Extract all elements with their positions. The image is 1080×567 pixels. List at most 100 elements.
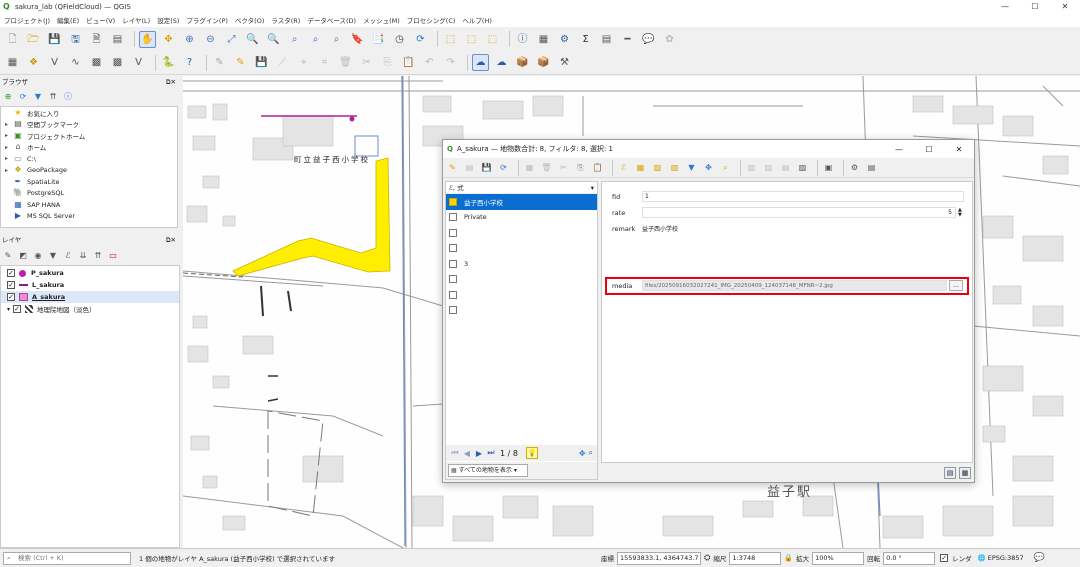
virtual-layer-icon[interactable]: V: [130, 54, 147, 71]
pan-feature-icon[interactable]: ✥: [579, 449, 586, 458]
open-project-icon[interactable]: 🗁: [25, 31, 42, 48]
feature-list-item[interactable]: [446, 241, 597, 257]
browser-item-geopackage[interactable]: ▸ ❖ GeoPackage: [1, 165, 177, 177]
move-selection-top-icon[interactable]: ✥: [702, 161, 715, 174]
first-feature-icon[interactable]: ⏮: [449, 448, 461, 458]
last-feature-icon[interactable]: ⏭: [485, 448, 497, 458]
deselect-icon[interactable]: ⬚: [463, 31, 480, 48]
layer-item-basemap[interactable]: ▾ ✓ 地理院地図（淡色）: [1, 303, 179, 315]
panel-close-icon[interactable]: ⧉✕: [166, 77, 176, 88]
undo-icon[interactable]: ↶: [421, 54, 438, 71]
fid-input[interactable]: 1: [642, 191, 964, 202]
layer-item-l-sakura[interactable]: ✓ L_sakura: [1, 279, 179, 291]
layer-styling-icon[interactable]: ✎: [2, 250, 14, 262]
scale-input[interactable]: 1:3748: [729, 551, 782, 565]
next-feature-icon[interactable]: ▶: [473, 449, 485, 458]
layer-visibility-checkbox[interactable]: ✓: [13, 305, 21, 313]
pan-hand-icon[interactable]: ✋: [139, 30, 156, 48]
zoom-next-icon[interactable]: ⌕: [328, 31, 345, 48]
feature-checkbox[interactable]: [449, 259, 457, 268]
menu-project[interactable]: プロジェクト(J): [4, 15, 50, 25]
add-feature-icon[interactable]: ▦: [523, 161, 536, 174]
remove-layer-icon[interactable]: ▭: [107, 250, 119, 262]
rotation-input[interactable]: 0.0 °: [883, 551, 936, 565]
menu-mesh[interactable]: メッシュ(M): [363, 15, 400, 25]
magnifier-input[interactable]: 100%: [812, 551, 865, 565]
processing-toolbox-icon[interactable]: ⚙: [556, 31, 573, 48]
zoom-layer-icon[interactable]: 🔍: [265, 31, 282, 48]
render-checkbox[interactable]: ✓: [940, 554, 949, 562]
messages-icon[interactable]: 💬: [1034, 553, 1045, 563]
measure-icon[interactable]: ━: [619, 31, 636, 48]
multi-edit-icon[interactable]: ▤: [463, 161, 476, 174]
manage-map-themes-icon[interactable]: ◉: [32, 250, 44, 262]
filter-icon[interactable]: ▼: [32, 91, 44, 103]
cut-icon[interactable]: ✂: [358, 54, 375, 71]
feature-checkbox[interactable]: [449, 244, 457, 253]
deselect-icon[interactable]: ▨: [668, 161, 681, 174]
expand-all-icon[interactable]: ⇊: [77, 250, 89, 262]
menu-layer[interactable]: レイヤ(L): [122, 15, 150, 25]
dock-icon[interactable]: ▣: [822, 161, 835, 174]
zoom-feature-icon[interactable]: ⌕: [589, 448, 593, 458]
select-all-icon[interactable]: ▦: [634, 161, 647, 174]
media-browse-button[interactable]: ...: [949, 280, 963, 291]
collapse-all-icon[interactable]: ⇈: [47, 91, 59, 103]
zoom-last-icon[interactable]: ⌕: [307, 31, 324, 48]
annotation-icon[interactable]: 💬: [640, 31, 657, 48]
browser-item-postgresql[interactable]: 🐘 PostgreSQL: [1, 188, 177, 200]
edit-pencil-icon[interactable]: ✎: [211, 54, 228, 71]
layer-visibility-checkbox[interactable]: ✓: [7, 269, 15, 277]
zoom-native-icon[interactable]: ⌕: [286, 31, 303, 48]
browser-item-bookmarks[interactable]: ▸ ▤ 空間ブックマーク: [1, 119, 177, 131]
feature-list-item[interactable]: 益子西小学校: [446, 194, 597, 210]
layer-visibility-checkbox[interactable]: ✓: [7, 293, 15, 301]
mesh-tool-icon[interactable]: ▩: [109, 54, 126, 71]
feature-list-item[interactable]: [446, 272, 597, 288]
info-icon[interactable]: ⓘ: [62, 91, 74, 103]
filter-selected-icon[interactable]: ▼: [685, 161, 698, 174]
browser-item-project-home[interactable]: ▸ ▣ プロジェクトホーム: [1, 130, 177, 142]
feature-checkbox[interactable]: [449, 228, 457, 237]
save-project-icon[interactable]: 💾: [46, 31, 63, 48]
browser-item-home[interactable]: ▸ ⌂ ホーム: [1, 142, 177, 154]
layer-item-a-sakura[interactable]: ✓ A_sakura: [1, 291, 179, 303]
feature-list-item[interactable]: [446, 225, 597, 241]
menu-database[interactable]: データベース(D): [307, 15, 356, 25]
zoom-out-icon[interactable]: ⊖: [202, 31, 219, 48]
select-feature-icon[interactable]: ⬚: [442, 31, 459, 48]
data-source-manager-icon[interactable]: ▦: [4, 54, 21, 71]
layer-item-p-sakura[interactable]: ✓ P_sakura: [1, 267, 179, 279]
browser-item-mssql[interactable]: ▶ MS SQL Server: [1, 211, 177, 223]
field-calculator-icon[interactable]: ▤: [779, 161, 792, 174]
new-project-icon[interactable]: 🗋: [4, 31, 21, 48]
menu-edit[interactable]: 編集(E): [57, 15, 79, 25]
highlight-feature-icon[interactable]: 💡: [525, 447, 538, 459]
save-as-icon[interactable]: 🖫: [67, 31, 84, 48]
add-group-icon[interactable]: ◩: [17, 250, 29, 262]
feature-checkbox[interactable]: [449, 213, 457, 222]
feature-list-item[interactable]: [446, 303, 597, 319]
maximize-button[interactable]: ☐: [1020, 0, 1050, 13]
dialog-close-button[interactable]: ✕: [944, 145, 974, 154]
refresh-icon[interactable]: ⟳: [412, 31, 429, 48]
save-edits-icon[interactable]: 💾: [480, 161, 493, 174]
save-edits-icon[interactable]: 💾: [253, 54, 270, 71]
new-bookmark-icon[interactable]: 🔖: [349, 31, 366, 48]
new-field-icon[interactable]: ▥: [745, 161, 758, 174]
form-view-icon[interactable]: ▤: [944, 467, 956, 479]
rate-spinner-icon[interactable]: ▲ ▼: [958, 207, 962, 218]
attribute-table-icon[interactable]: ▤: [598, 31, 615, 48]
delete-feature-icon[interactable]: 🗑: [540, 161, 553, 174]
menu-plugins[interactable]: プラグイン(P): [186, 15, 228, 25]
show-all-features-select[interactable]: ▦ すべての地物を表示 ▾: [446, 462, 597, 479]
map-tips-icon[interactable]: ✿: [661, 31, 678, 48]
qfieldcloud-icon[interactable]: ☁: [472, 54, 489, 71]
menu-help[interactable]: ヘルプ(H): [462, 15, 491, 25]
invert-selection-icon[interactable]: ▧: [651, 161, 664, 174]
feature-list-item[interactable]: 3: [446, 256, 597, 272]
dialog-maximize-button[interactable]: ☐: [914, 145, 944, 154]
print-layout-icon[interactable]: 🗎: [88, 31, 105, 48]
qfieldcloud-sync-icon[interactable]: ☁: [493, 54, 510, 71]
collapse-all-icon[interactable]: ⇈: [92, 250, 104, 262]
